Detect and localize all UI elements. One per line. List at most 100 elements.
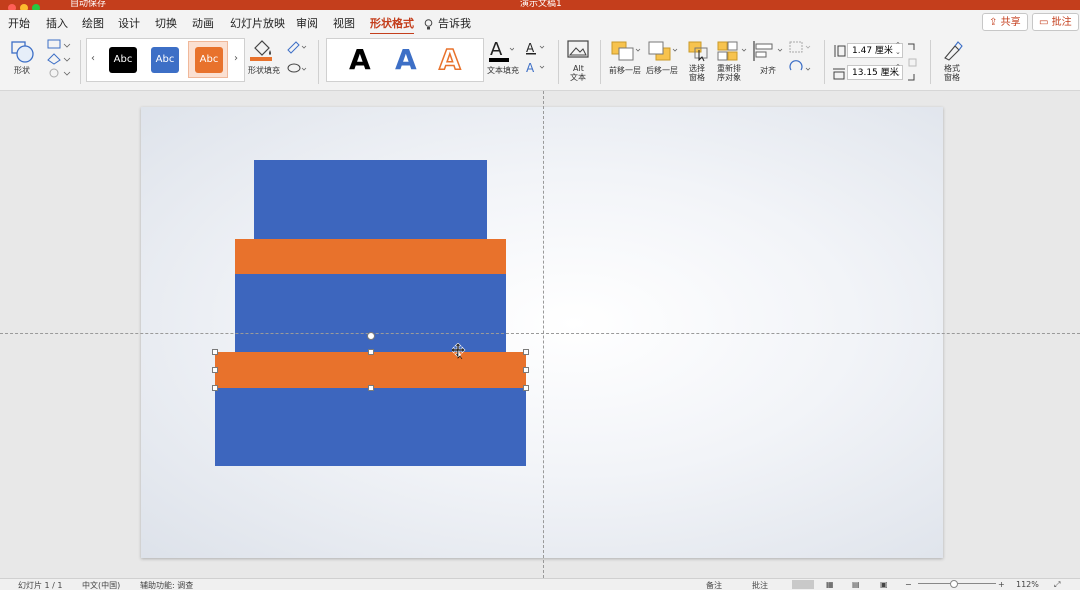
comments-button[interactable]: ▭ 批注 xyxy=(1032,13,1079,31)
shape-orange-selected[interactable] xyxy=(215,352,526,388)
send-backward-label: 后移一层 xyxy=(646,66,678,75)
tab-animations[interactable]: 动画 xyxy=(192,15,214,31)
tell-me-search[interactable]: 告诉我 xyxy=(438,15,471,31)
shape-fill-label: 形状填充 xyxy=(248,66,280,75)
shape-orange-upper[interactable] xyxy=(235,239,506,274)
bring-forward-label: 前移一层 xyxy=(609,66,641,75)
wordart-orange-outline[interactable]: A xyxy=(438,44,461,76)
tab-shape-format[interactable]: 形状格式 xyxy=(370,15,414,35)
width-icon xyxy=(832,66,846,85)
resize-handle[interactable] xyxy=(212,349,218,355)
send-backward-icon[interactable] xyxy=(647,40,681,66)
resize-handle[interactable] xyxy=(212,367,218,373)
shape-outline-icon[interactable] xyxy=(286,40,308,80)
tab-home[interactable]: 开始 xyxy=(8,15,30,31)
tab-review[interactable]: 审阅 xyxy=(296,15,318,31)
horizontal-guide xyxy=(0,333,1080,334)
wordart-black[interactable]: A xyxy=(349,45,371,75)
share-icon: ⇪ xyxy=(989,17,998,28)
ribbon-toolbar: 形状 ‹ Abc Abc Abc › 形状填充 A A A A 文本填充 AA … xyxy=(0,34,1080,91)
tab-slideshow[interactable]: 幻灯片放映 xyxy=(230,15,285,31)
normal-view-icon[interactable] xyxy=(792,580,814,589)
rotate-handle-icon[interactable] xyxy=(367,332,375,340)
shapes-icon[interactable] xyxy=(10,40,36,68)
comment-icon: ▭ xyxy=(1039,17,1049,28)
align-icon[interactable] xyxy=(752,40,786,66)
lightbulb-icon xyxy=(424,16,433,35)
autosave-label[interactable]: 自动保存 xyxy=(70,0,106,9)
share-button[interactable]: ⇪ 共享 xyxy=(982,13,1028,31)
reorder-objects-icon[interactable] xyxy=(716,40,750,66)
format-pane-label-1: 格式 xyxy=(944,64,960,73)
alt-text-label-1: Alt xyxy=(573,64,584,73)
svg-text:A: A xyxy=(526,41,535,55)
alt-text-icon[interactable] xyxy=(567,40,591,64)
style-swatch-orange[interactable]: Abc xyxy=(195,47,223,73)
ribbon-tabs: 开始 插入 绘图 设计 切换 动画 幻灯片放映 审阅 视图 形状格式 告诉我 ⇪… xyxy=(0,10,1080,35)
text-fill-label: 文本填充 xyxy=(487,66,519,75)
resize-handle[interactable] xyxy=(523,349,529,355)
zoom-in-icon[interactable]: + xyxy=(998,580,1005,589)
window-controls[interactable] xyxy=(8,0,44,10)
svg-text:A: A xyxy=(526,61,535,75)
style-swatch-black[interactable]: Abc xyxy=(109,47,137,73)
paint-bucket-icon[interactable] xyxy=(249,38,275,66)
separator xyxy=(824,40,825,84)
edit-shape-icon[interactable] xyxy=(46,38,72,82)
shape-blue-middle[interactable] xyxy=(235,274,506,352)
resize-handle[interactable] xyxy=(523,367,529,373)
tab-draw[interactable]: 绘图 xyxy=(82,15,104,31)
title-bar: 自动保存 演示文稿1 xyxy=(0,0,1080,10)
tab-transitions[interactable]: 切换 xyxy=(155,15,177,31)
zoom-slider-thumb[interactable] xyxy=(950,580,958,588)
align-label: 对齐 xyxy=(760,66,776,75)
resize-handle[interactable] xyxy=(523,385,529,391)
selection-pane-label-2: 窗格 xyxy=(689,73,705,82)
separator xyxy=(558,40,559,84)
style-swatch-blue[interactable]: Abc xyxy=(151,47,179,73)
selection-pane-icon[interactable] xyxy=(687,40,709,66)
comments-label: 批注 xyxy=(1051,17,1072,28)
height-icon xyxy=(832,43,846,62)
format-pane-label-2: 窗格 xyxy=(944,73,960,82)
svg-text:A: A xyxy=(490,39,503,60)
separator xyxy=(930,40,931,84)
tab-design[interactable]: 设计 xyxy=(118,15,140,31)
zoom-level[interactable]: 112% xyxy=(1016,580,1039,589)
selection-pane-label-1: 选择 xyxy=(689,64,705,73)
move-cursor-icon xyxy=(450,342,466,363)
resize-handle[interactable] xyxy=(212,385,218,391)
shape-blue-bottom[interactable] xyxy=(215,388,526,466)
separator xyxy=(80,40,81,84)
alt-text-label-2: 文本 xyxy=(570,73,586,82)
reorder-label-2: 序对象 xyxy=(717,73,741,82)
width-stepper-icon[interactable]: ⌃ ⌄ xyxy=(895,64,901,78)
tab-insert[interactable]: 插入 xyxy=(46,15,68,31)
height-stepper-icon[interactable]: ⌃ ⌄ xyxy=(895,42,901,56)
tab-view[interactable]: 视图 xyxy=(333,15,355,31)
share-label: 共享 xyxy=(1000,17,1021,28)
zoom-out-icon[interactable]: − xyxy=(905,580,912,589)
reading-view-icon[interactable]: ▤ xyxy=(852,580,860,589)
text-outline-icon[interactable]: AA xyxy=(524,40,548,80)
text-fill-icon[interactable]: A xyxy=(488,38,515,68)
reorder-label-1: 重新排 xyxy=(717,64,741,73)
lock-aspect-icon[interactable] xyxy=(906,42,918,86)
status-bar: 幻灯片 1 / 1 中文(中国) 辅助功能: 调查 备注 批注 ▦ ▤ ▣ − … xyxy=(0,578,1080,590)
format-pane-icon[interactable] xyxy=(941,40,965,66)
resize-handle[interactable] xyxy=(368,385,374,391)
wordart-styles-gallery: A A A xyxy=(326,38,484,82)
separator xyxy=(600,40,601,84)
slideshow-view-icon[interactable]: ▣ xyxy=(880,580,888,589)
window-title: 演示文稿1 xyxy=(520,0,562,9)
chevron-right-icon[interactable]: › xyxy=(234,53,238,64)
group-icon[interactable] xyxy=(788,40,816,84)
separator xyxy=(318,40,319,84)
vertical-guide xyxy=(543,91,544,578)
slide-sorter-icon[interactable]: ▦ xyxy=(826,580,834,589)
chevron-left-icon[interactable]: ‹ xyxy=(91,53,95,64)
resize-handle[interactable] xyxy=(368,349,374,355)
wordart-blue[interactable]: A xyxy=(395,45,417,75)
shape-blue-top[interactable] xyxy=(254,160,487,239)
bring-forward-icon[interactable] xyxy=(610,40,644,66)
